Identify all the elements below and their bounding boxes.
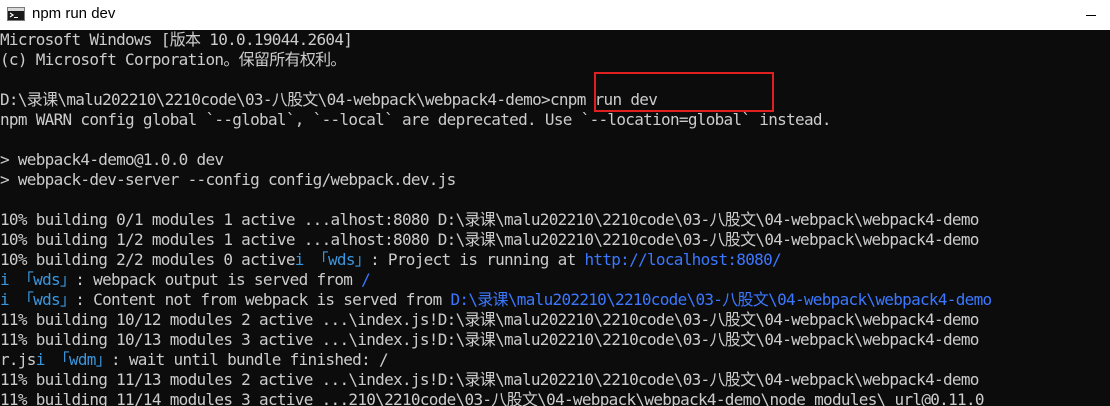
console-line: npm WARN config global `--global`, `--lo… — [0, 110, 831, 130]
minimize-button[interactable] — [1064, 0, 1110, 30]
console-line: 11% building 10/13 modules 3 active ...\… — [0, 330, 979, 350]
console-line: D:\录课\malu202210\2210code\03-八股文\04-webp… — [0, 90, 658, 110]
console-text: : Content not from webpack is served fro… — [75, 290, 451, 309]
console-text: > webpack-dev-server --config config/web… — [0, 170, 456, 189]
console-line: Microsoft Windows [版本 10.0.19044.2604] — [0, 30, 353, 50]
console-text: 11% building 10/12 modules 2 active ...\… — [0, 310, 979, 329]
console-line: > webpack-dev-server --config config/web… — [0, 170, 456, 190]
console-text: 11% building 11/13 modules 2 active ...\… — [0, 370, 979, 389]
console-line: i 「wds」: Content not from webpack is ser… — [0, 290, 992, 310]
console-line: 10% building 2/2 modules 0 activei 「wds」… — [0, 250, 782, 270]
console-text: 10% building 1/2 modules 1 active ...alh… — [0, 230, 979, 249]
console-line: 10% building 0/1 modules 1 active ...alh… — [0, 210, 979, 230]
console-info-tag: i 「wds」 — [294, 250, 371, 269]
console-text: npm WARN config global `--global`, `--lo… — [0, 110, 831, 129]
console-line: > webpack4-demo@1.0.0 dev — [0, 150, 224, 170]
console-text: : webpack output is served from — [75, 270, 362, 289]
console-text: > webpack4-demo@1.0.0 dev — [0, 150, 224, 169]
console-text: Microsoft Windows [版本 10.0.19044.2604] — [0, 30, 353, 49]
console-link-text[interactable]: http://localhost:8080/ — [584, 250, 781, 269]
console-icon — [7, 7, 25, 21]
console-link-text[interactable]: / — [361, 270, 371, 289]
console-info-tag: i 「wdm」 — [35, 350, 112, 369]
console-text: 11% building 11/14 modules 3 active ...2… — [0, 390, 985, 406]
console-text: D:\录课\malu202210\2210code\03-八股文\04-webp… — [0, 90, 658, 109]
console-text: 11% building 10/13 modules 3 active ...\… — [0, 330, 979, 349]
console-line: 10% building 1/2 modules 1 active ...alh… — [0, 230, 979, 250]
console-output[interactable]: Microsoft Windows [版本 10.0.19044.2604] (c… — [0, 30, 1110, 406]
console-window: npm run dev Microsoft Windows [版本 10.0.1… — [0, 0, 1110, 406]
window-title: npm run dev — [32, 5, 116, 22]
console-text: r.js — [0, 350, 36, 369]
console-text: (c) Microsoft Corporation。保留所有权利。 — [0, 50, 346, 69]
console-line: 11% building 10/12 modules 2 active ...\… — [0, 310, 979, 330]
console-line: 11% building 11/13 modules 2 active ...\… — [0, 370, 979, 390]
console-info-tag: i 「wds」 — [0, 290, 76, 309]
console-text: 10% building 2/2 modules 0 active — [0, 250, 295, 269]
minimize-icon — [1086, 15, 1096, 16]
console-link-text[interactable]: D:\录课\malu202210\2210code\03-八股文\04-webp… — [450, 290, 992, 309]
console-text: : Project is running at — [370, 250, 585, 269]
console-line: i 「wds」: webpack output is served from / — [0, 270, 371, 290]
console-line: (c) Microsoft Corporation。保留所有权利。 — [0, 50, 346, 70]
title-bar[interactable]: npm run dev — [0, 0, 1110, 30]
console-text: : wait until bundle finished: / — [111, 350, 389, 369]
console-line: r.jsi 「wdm」: wait until bundle finished:… — [0, 350, 389, 370]
console-text: 10% building 0/1 modules 1 active ...alh… — [0, 210, 979, 229]
console-line: 11% building 11/14 modules 3 active ...2… — [0, 390, 985, 406]
console-info-tag: i 「wds」 — [0, 270, 76, 289]
